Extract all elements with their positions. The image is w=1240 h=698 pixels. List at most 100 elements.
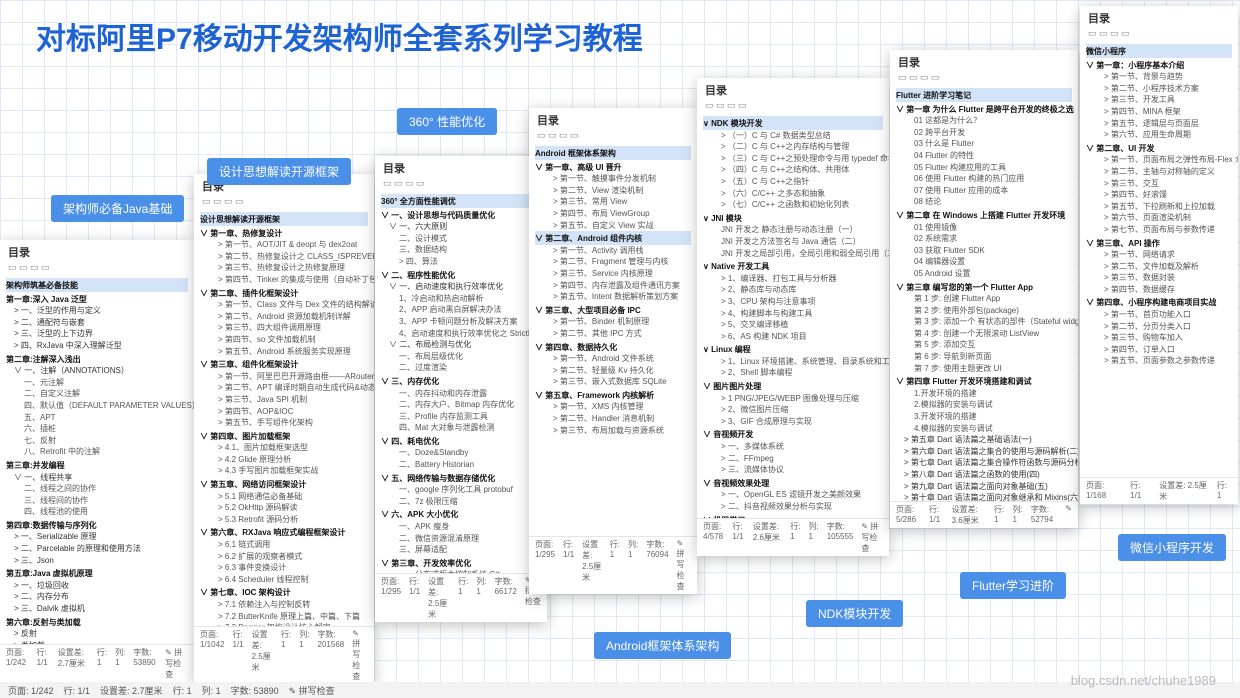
outline-item[interactable]: > 第十章 Dart 语法篇之面向对象继承和 Mixins(六) — [896, 492, 1072, 501]
outline-item[interactable]: > 第一节、阿里巴巴开源路由框——ARouter 原理分析 — [200, 371, 368, 383]
outline-item[interactable]: > 4.1、图片加载框架选型 — [200, 442, 368, 454]
outline-item[interactable]: ∨ 第四章 Flutter 开发环境搭建和调试 — [896, 374, 1072, 388]
outline-item[interactable]: > 第二节、主轴与对称轴的定义 — [1086, 166, 1232, 178]
outline-item[interactable]: 01 这都是为什么？ — [896, 115, 1072, 127]
outline-item[interactable]: ∨ 第五章、Framework 内核解析 — [535, 388, 691, 402]
outline-item[interactable]: > 第七节、页面布局与参数传递 — [1086, 224, 1232, 236]
outline-item[interactable]: > 第三节、Service 内核原理 — [535, 268, 691, 280]
outline-item[interactable]: 4.模拟器的安装与调试 — [896, 423, 1072, 435]
outline-item[interactable]: 第 4 步: 创建一个无限滚动 ListView — [896, 328, 1072, 340]
outline-item[interactable]: > （二）C 与 C++之内存结构与管理 — [703, 141, 883, 153]
outline-item[interactable]: > 3、CPU 架构与注意事项 — [703, 296, 883, 308]
outline-item[interactable]: Flutter 进阶学习笔记 — [896, 88, 1072, 102]
outline-item[interactable]: JNI 开发之局部引用，全局引用和弱全局引用（三） — [703, 248, 883, 260]
outline-item[interactable]: 03 获取 Flutter SDK — [896, 245, 1072, 257]
outline-item[interactable]: > 第一节、触摸事件分发机制 — [535, 173, 691, 185]
outline-item[interactable]: > 三、Json — [6, 555, 188, 567]
outline-item[interactable]: > 5、交叉编译移植 — [703, 319, 883, 331]
outline-item[interactable]: > 第三节、数据封装 — [1086, 272, 1232, 284]
outline-item[interactable]: 02 跨平台开发 — [896, 127, 1072, 139]
outline-item[interactable]: 第四章:数据传输与序列化 — [6, 518, 188, 532]
outline-item[interactable]: 01 使用镜像 — [896, 222, 1072, 234]
outline-item[interactable]: > 第二节、Android 资源加载机制详解 — [200, 311, 368, 323]
outline-item[interactable]: > 第五节、下拉刷新和上拉加载 — [1086, 201, 1232, 213]
outline-item[interactable]: 第六章:反射与类加载 — [6, 615, 188, 629]
outline-item[interactable]: 四、Mat 大对象与泄露检测 — [381, 422, 541, 434]
outline-item[interactable]: > 第六节、页面渲染机制 — [1086, 212, 1232, 224]
outline-item[interactable]: > 一、垃圾回收 — [6, 580, 188, 592]
outline-item[interactable]: > 第一节、Activity 调用栈 — [535, 245, 691, 257]
outline-item[interactable]: > 二、抖音视频效果分析与实现 — [703, 501, 883, 513]
outline-item[interactable]: 3.开发环境的搭建 — [896, 411, 1072, 423]
outline-item[interactable]: ∨ 第三章、组件化框架设计 — [200, 357, 368, 371]
outline-item[interactable]: > 第三节、常用 View — [535, 196, 691, 208]
outline-item[interactable]: > 第四节、订单入口 — [1086, 344, 1232, 356]
outline-item[interactable]: > （一）C 与 C# 数据类型总结 — [703, 130, 883, 142]
outline-item[interactable]: > 第二节、其他 IPC 方式 — [535, 328, 691, 340]
outline-item[interactable]: > 第二节、Handler 消息机制 — [535, 413, 691, 425]
outline-item[interactable]: 第一章:深入 Java 泛型 — [6, 292, 188, 306]
outline-item[interactable]: > 第三节、Java SPI 机制 — [200, 394, 368, 406]
outline-item[interactable]: > 1、编译器、打包工具与分析器 — [703, 273, 883, 285]
outline-item[interactable]: 第三章:并发编程 — [6, 458, 188, 472]
outline-item[interactable]: 一、google 序列化工具 protobuf — [381, 484, 541, 496]
outline-item[interactable]: > 5.3 Retrofit 源码分析 — [200, 514, 368, 526]
outline-item[interactable]: ∨ 四、耗电优化 — [381, 434, 541, 448]
outline-item[interactable]: > 第三节、交互 — [1086, 178, 1232, 190]
outline-item[interactable]: > 一、Serializable 原理 — [6, 531, 188, 543]
outline-item[interactable]: > 一、OpenGL ES 滤镜开发之美颜效果 — [703, 489, 883, 501]
outline-item[interactable]: 二、过度渲染 — [381, 362, 541, 374]
outline-item[interactable]: > 6.3 事件变换设计 — [200, 562, 368, 574]
outline-item[interactable]: > 二、内存分布 — [6, 591, 188, 603]
outline-item[interactable]: > 第九章 Dart 语法篇之面向对象基础(五) — [896, 481, 1072, 493]
outline-item[interactable]: > 2、微信图片压缩 — [703, 404, 883, 416]
outline-item[interactable]: ∨ 一、注解（ANNOTATIONS） — [6, 365, 188, 377]
panel-toolbar[interactable]: ▭ ▭ ▭ ▭ — [697, 100, 889, 114]
outline-item[interactable]: 第 2 步: 使用外部包(package) — [896, 305, 1072, 317]
outline-item[interactable]: JNI 开发之方法签名与 Java 通信（二） — [703, 236, 883, 248]
outline-item[interactable]: > 第四节、MINA 框架 — [1086, 106, 1232, 118]
outline-item[interactable]: 四、线程池的使用 — [6, 506, 188, 518]
outline-item[interactable]: ∨ 一、启动速度和执行效率优化 — [381, 281, 541, 293]
outline-item[interactable]: 第 3 步: 添加一个 有状态的部件（Stateful widget） — [896, 316, 1072, 328]
outline-item[interactable]: > （四）C 与 C++之结构体、共用体 — [703, 164, 883, 176]
outline-item[interactable]: 四、默认值（DEFAULT PARAMETER VALUES） — [6, 400, 188, 412]
outline-item[interactable]: ∨ 一、线程共享 — [6, 472, 188, 484]
outline-item[interactable]: ∨ 第一章 为什么 Flutter 是跨平台开发的终极之选 — [896, 102, 1072, 116]
outline-item[interactable]: > 一、泛型的作用与定义 — [6, 305, 188, 317]
outline-item[interactable]: 第 7 步: 使用主题更改 UI — [896, 363, 1072, 375]
outline-item[interactable]: 二、微信资源混淆原理 — [381, 533, 541, 545]
outline-item[interactable]: ∨ JNI 模块 — [703, 211, 883, 225]
outline-item[interactable]: ∨ 六、APK 大小优化 — [381, 507, 541, 521]
outline-item[interactable]: > （七）C/C++ 之函数和初始化列表 — [703, 199, 883, 211]
outline-item[interactable]: > 第四节、内存泄露及组件通讯方案 — [535, 280, 691, 292]
outline-item[interactable]: > 三、泛型的上下边界 — [6, 328, 188, 340]
outline-item[interactable]: > 7.2 ButterKnife 原理上篇、中篇、下篇 — [200, 611, 368, 623]
outline-item[interactable]: 二、线程之间的协作 — [6, 483, 188, 495]
outline-item[interactable]: > 四、RxJava 中深入理解泛型 — [6, 340, 188, 352]
outline-item[interactable]: > 1、Linux 环境搭建、系统管理、目录系统和工具使用（vim 等 — [703, 356, 883, 368]
outline-item[interactable]: ∨ 第二章、插件化框架设计 — [200, 286, 368, 300]
outline-item[interactable]: > 一、多媒体系统 — [703, 441, 883, 453]
outline-item[interactable]: > 5.2 OkHttp 源码解读 — [200, 502, 368, 514]
panel-toolbar[interactable]: ▭ ▭ ▭ ▭ — [1080, 28, 1238, 42]
outline-item[interactable]: 八、Retrofit 中的注解 — [6, 446, 188, 458]
outline-item[interactable]: 一、布局层级优化 — [381, 351, 541, 363]
outline-item[interactable]: > 第六节、应用生命周期 — [1086, 129, 1232, 141]
panel-toolbar[interactable]: ▭ ▭ ▭ ▭ — [194, 196, 374, 210]
panel-toolbar[interactable]: ▭ ▭ ▭ ▭ — [529, 130, 697, 144]
outline-item[interactable]: > 第五节、页面参数之参数传递 — [1086, 355, 1232, 367]
outline-item[interactable]: > 4.2 Glide 原理分析 — [200, 454, 368, 466]
outline-item[interactable]: > 第五节、Intent 数据解析策划方案 — [535, 291, 691, 303]
outline-item[interactable]: Android 框架体系架构 — [535, 146, 691, 160]
outline-item[interactable]: JNI 开发之 静态注册与动态注册（一） — [703, 224, 883, 236]
outline-item[interactable]: > 第三节、购物车加入 — [1086, 332, 1232, 344]
outline-item[interactable]: > 三、Dalvik 虚拟机 — [6, 603, 188, 615]
outline-item[interactable]: > 6.1 链式调用 — [200, 539, 368, 551]
outline-item[interactable]: 04 Flutter 的特性 — [896, 150, 1072, 162]
outline-item[interactable]: > 第二节、View 渲染机制 — [535, 185, 691, 197]
outline-item[interactable]: > 2、静态库与动态库 — [703, 284, 883, 296]
outline-item[interactable]: 02 系统需求 — [896, 233, 1072, 245]
outline-item[interactable]: > 7.1 依赖注入与控制反转 — [200, 599, 368, 611]
outline-item[interactable]: > 第二节、Fragment 管理与内核 — [535, 256, 691, 268]
